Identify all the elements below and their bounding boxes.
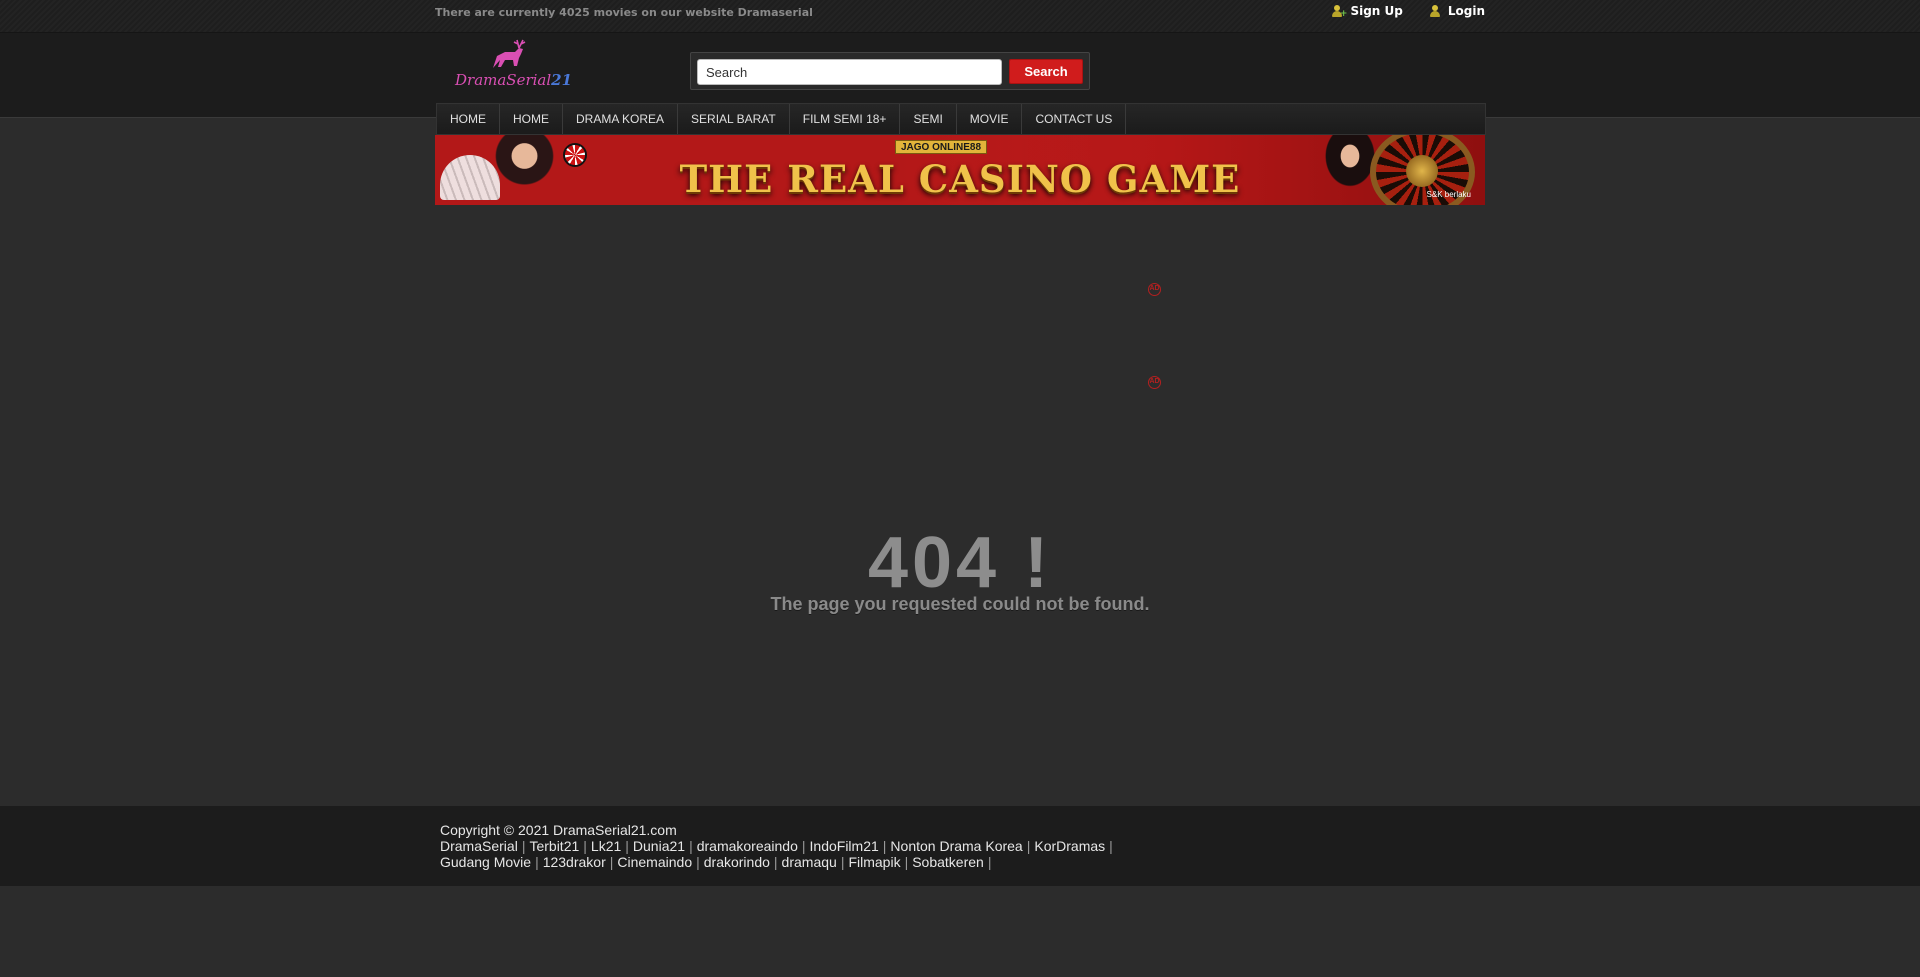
search-box: Search	[690, 52, 1090, 90]
footer-link[interactable]: DramaSerial	[440, 838, 518, 854]
banner-brand: JAGO ONLINE88	[895, 140, 988, 154]
nav-item-drama-korea[interactable]: DRAMA KOREA	[563, 104, 679, 134]
nav-item-home-2[interactable]: HOME	[500, 104, 563, 134]
footer-link[interactable]: Lk21	[591, 838, 621, 854]
logo-text: DramaSerial21	[455, 71, 573, 89]
ad-choices-icon[interactable]: AD	[1148, 376, 1161, 389]
footer-link[interactable]: Dunia21	[633, 838, 685, 854]
login-label: Login	[1447, 4, 1485, 18]
footer-link-separator: |	[801, 838, 806, 854]
login-link[interactable]: Login	[1429, 4, 1485, 18]
footer-link-separator: |	[609, 854, 614, 870]
top-bar: There are currently 4025 movies on our w…	[0, 0, 1920, 33]
auth-links: + Sign Up Login	[1331, 4, 1485, 18]
footer-link-separator: |	[583, 838, 587, 854]
footer-link[interactable]: Nonton Drama Korea	[890, 838, 1022, 854]
casino-ad-banner[interactable]: JAGO ONLINE88 THE REAL CASINO GAME S&K b…	[435, 135, 1485, 205]
deer-logo-icon	[493, 39, 526, 68]
main-nav: HOME HOME DRAMA KOREA SERIAL BARAT FILM …	[436, 103, 1486, 135]
nav-item-serial-barat[interactable]: SERIAL BARAT	[678, 104, 790, 134]
user-icon	[1429, 4, 1442, 18]
search-button[interactable]: Search	[1009, 59, 1083, 84]
footer-link-separator: |	[904, 854, 909, 870]
nav-item-movie[interactable]: MOVIE	[957, 104, 1023, 134]
user-add-icon: +	[1331, 4, 1347, 18]
footer-link[interactable]: Filmapik	[848, 854, 900, 870]
nav-item-semi[interactable]: SEMI	[900, 104, 957, 134]
banner-terms: S&K berlaku	[1426, 190, 1471, 199]
footer-link-separator: |	[1109, 838, 1113, 854]
footer-link[interactable]: Sobatkeren	[912, 854, 984, 870]
footer-link-separator: |	[882, 838, 887, 854]
footer-link-separator: |	[840, 854, 845, 870]
footer-link[interactable]: KorDramas	[1034, 838, 1105, 854]
footer-link[interactable]: Gudang Movie	[440, 854, 531, 870]
footer-link[interactable]: dramaqu	[782, 854, 837, 870]
footer-link-separator: |	[773, 854, 778, 870]
signup-label: Sign Up	[1350, 4, 1403, 18]
footer-link-separator: |	[625, 838, 629, 854]
signup-link[interactable]: + Sign Up	[1331, 4, 1403, 18]
nav-item-contact-us[interactable]: CONTACT US	[1022, 104, 1127, 134]
footer-link[interactable]: drakorindo	[704, 854, 770, 870]
footer-link-separator: |	[696, 854, 700, 870]
footer-link[interactable]: IndoFilm21	[810, 838, 879, 854]
error-message: The page you requested could not be foun…	[770, 594, 1150, 614]
nav-item-film-semi[interactable]: FILM SEMI 18+	[790, 104, 901, 134]
site-logo[interactable]: DramaSerial21	[453, 36, 573, 94]
footer-link[interactable]: Terbit21	[529, 838, 579, 854]
footer-links-row: Gudang Movie | 123drakor | Cinemaindo | drakor…	[440, 854, 1220, 870]
footer-link-separator: |	[521, 838, 526, 854]
footer-link[interactable]: Cinemaindo	[617, 854, 692, 870]
site-footer: Copyright © 2021 DramaSerial21.com Drama…	[0, 806, 1920, 886]
footer-link[interactable]: 123drakor	[543, 854, 606, 870]
footer-links-row: DramaSerial | Terbit21 | Lk21 | Dunia21 | dramak…	[440, 838, 1220, 854]
error-code: 404 !	[867, 523, 1053, 603]
footer-copyright: Copyright © 2021 DramaSerial21.com	[440, 822, 677, 838]
footer-link-separator: |	[1026, 838, 1031, 854]
search-input[interactable]	[697, 59, 1002, 85]
movie-count-notice: There are currently 4025 movies on our w…	[435, 6, 813, 19]
footer-link-separator: |	[689, 838, 693, 854]
nav-item-home[interactable]: HOME	[437, 104, 500, 134]
footer-link[interactable]: dramakoreaindo	[697, 838, 798, 854]
ad-choices-icon[interactable]: AD	[1148, 283, 1161, 296]
footer-link-separator: |	[535, 854, 539, 870]
footer-link-separator: |	[987, 854, 992, 870]
